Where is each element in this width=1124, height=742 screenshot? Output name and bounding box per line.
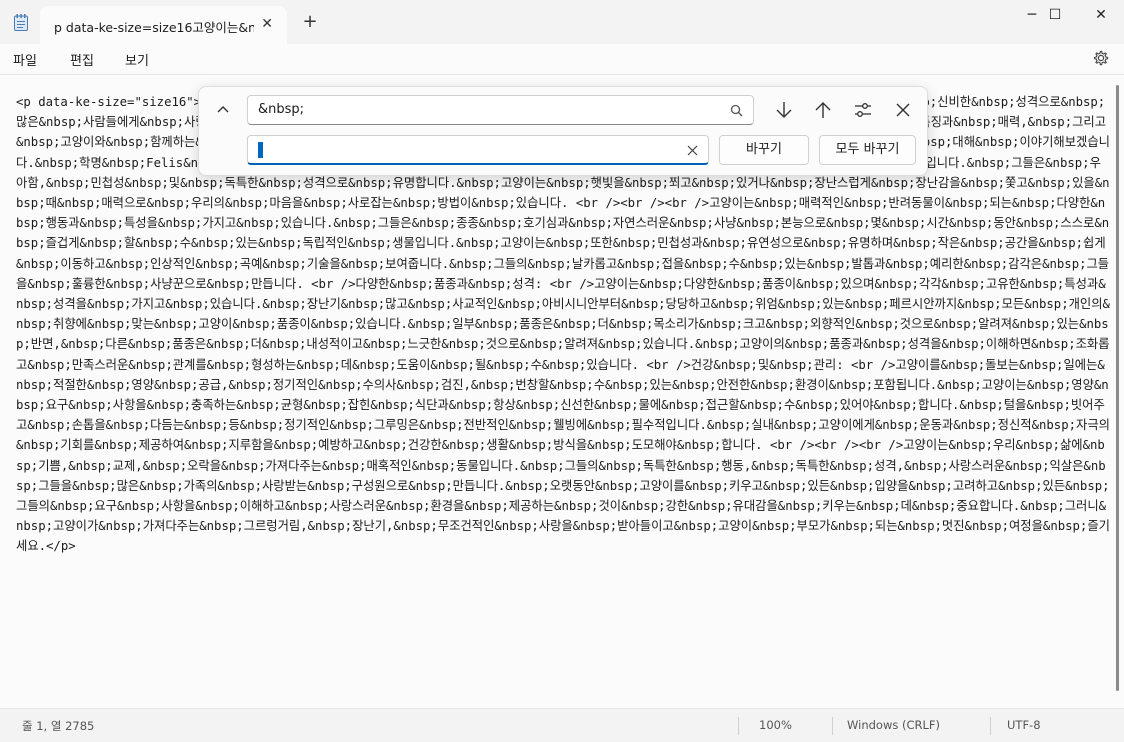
status-divider xyxy=(738,717,739,735)
find-next-arrow-down-icon[interactable] xyxy=(772,98,796,122)
find-replace-panel: &nbsp; 바꾸기 모두 바꾸기 xyxy=(198,86,928,176)
close-find-icon[interactable] xyxy=(891,98,915,122)
status-divider xyxy=(832,717,833,735)
menu-bar: 파일 편집 보기 xyxy=(0,44,1124,74)
new-tab-button[interactable]: + xyxy=(300,12,320,32)
vertical-scrollbar[interactable] xyxy=(1116,85,1119,691)
cursor-position: 줄 1, 열 2785 xyxy=(22,719,95,733)
line-ending[interactable]: Windows (CRLF) xyxy=(847,718,940,732)
status-bar: 줄 1, 열 2785 100% Windows (CRLF) UTF-8 xyxy=(0,708,1124,742)
zoom-level[interactable]: 100% xyxy=(759,718,792,732)
replace-button[interactable]: 바꾸기 xyxy=(719,135,809,165)
menu-file[interactable]: 파일 xyxy=(13,50,37,69)
menu-edit[interactable]: 편집 xyxy=(70,50,94,69)
collapse-replace-chevron-icon[interactable] xyxy=(213,99,233,119)
menu-view[interactable]: 보기 xyxy=(125,50,149,69)
find-input[interactable]: &nbsp; xyxy=(247,95,754,125)
replace-input[interactable] xyxy=(247,135,709,165)
search-icon[interactable] xyxy=(730,104,743,117)
settings-gear-icon[interactable] xyxy=(1092,49,1110,67)
tab-title: p data-ke-size=size16고양이는&nbsp; xyxy=(54,20,254,35)
replace-all-button[interactable]: 모두 바꾸기 xyxy=(819,135,916,165)
document-tab[interactable]: p data-ke-size=size16고양이는&nbsp; ✕ xyxy=(40,6,287,44)
notepad-icon xyxy=(14,14,28,31)
search-options-sliders-icon[interactable] xyxy=(851,98,875,122)
find-previous-arrow-up-icon[interactable] xyxy=(811,98,835,122)
close-window-button[interactable]: ✕ xyxy=(1078,0,1124,32)
text-caret xyxy=(258,142,263,158)
clear-replace-icon[interactable] xyxy=(687,145,698,156)
find-input-value: &nbsp; xyxy=(258,102,305,117)
title-bar: p data-ke-size=size16고양이는&nbsp; ✕ + ─ ☐ … xyxy=(0,0,1124,44)
status-divider xyxy=(990,717,991,735)
tab-close-icon[interactable]: ✕ xyxy=(261,16,273,32)
encoding[interactable]: UTF-8 xyxy=(1007,718,1041,732)
maximize-button[interactable]: ☐ xyxy=(1032,0,1078,32)
